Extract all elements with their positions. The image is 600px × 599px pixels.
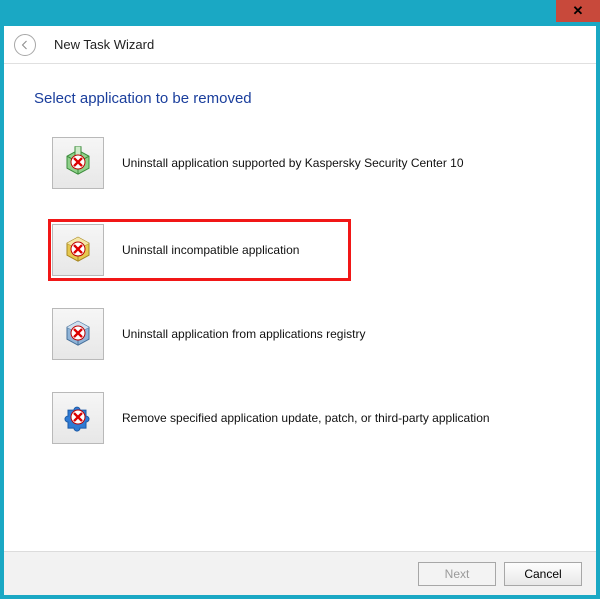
remove-x-icon [70,325,86,341]
option-icon[interactable] [52,308,104,360]
option-uninstall-ksc[interactable]: Uninstall application supported by Kaspe… [52,135,566,191]
option-label[interactable]: Uninstall application from applications … [122,327,365,341]
wizard-title: New Task Wizard [54,37,154,52]
option-icon[interactable] [52,137,104,189]
option-label[interactable]: Remove specified application update, pat… [122,411,490,425]
wizard-footer: Next Cancel [4,551,596,595]
option-uninstall-incompatible[interactable]: Uninstall incompatible application [52,223,344,277]
back-button[interactable] [14,34,36,56]
option-icon[interactable] [52,392,104,444]
titlebar: ✕ [4,4,596,26]
wizard-header: New Task Wizard [4,26,596,64]
option-uninstall-registry[interactable]: Uninstall application from applications … [52,306,566,362]
next-button[interactable]: Next [418,562,496,586]
arrow-left-icon [19,39,31,51]
page-heading: Select application to be removed [34,90,566,107]
option-label[interactable]: Uninstall incompatible application [122,243,299,257]
close-button[interactable]: ✕ [556,0,600,22]
option-label[interactable]: Uninstall application supported by Kaspe… [122,156,464,170]
remove-x-icon [70,241,86,257]
remove-x-icon [70,409,86,425]
option-icon[interactable] [52,224,104,276]
option-remove-update[interactable]: Remove specified application update, pat… [52,390,566,446]
cancel-button[interactable]: Cancel [504,562,582,586]
remove-x-icon [70,154,86,170]
wizard-window: ✕ New Task Wizard Select application to … [0,0,600,599]
highlight-box: Uninstall incompatible application [48,219,351,281]
wizard-content: Select application to be removed Uninsta… [4,64,596,551]
close-icon: ✕ [573,3,584,19]
